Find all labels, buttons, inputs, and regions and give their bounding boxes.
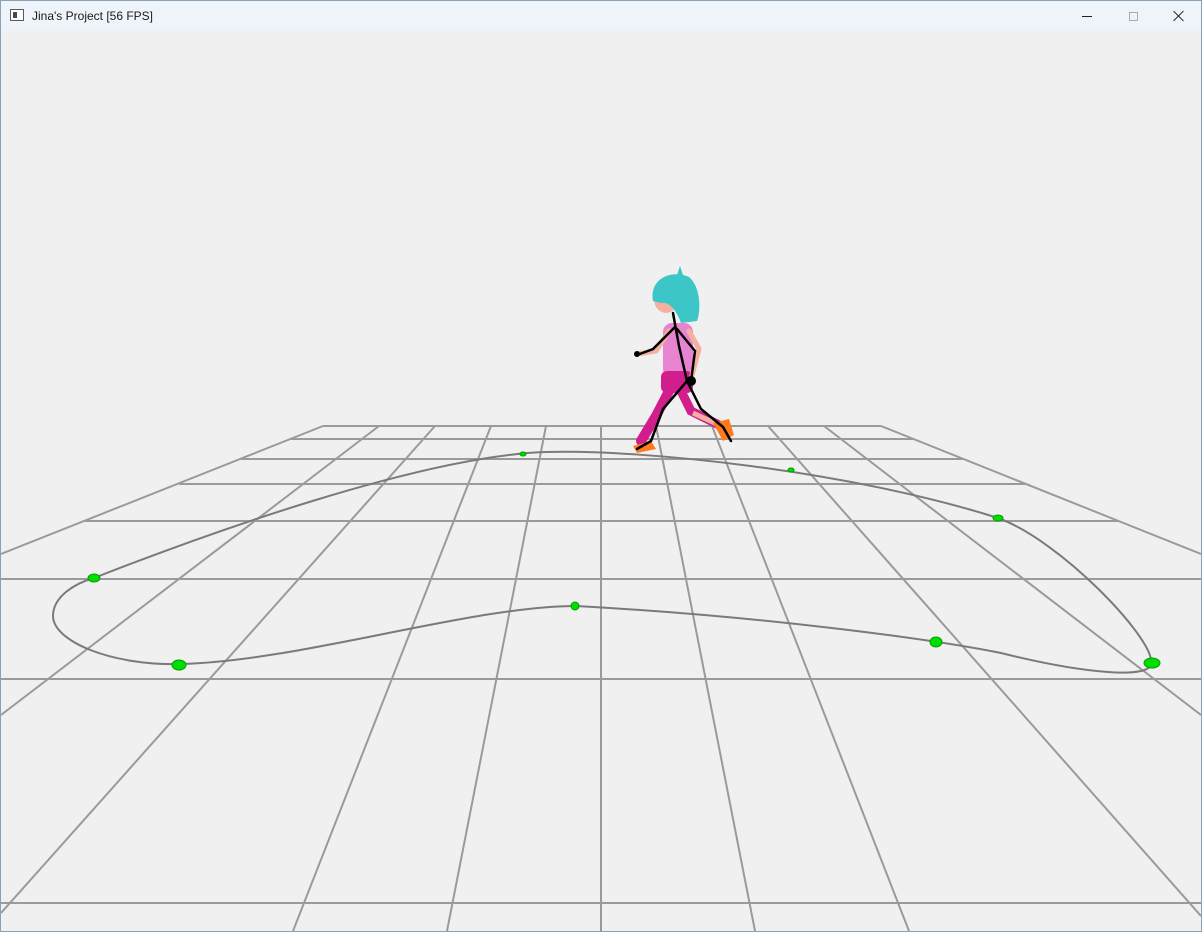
control-point[interactable] <box>570 601 580 611</box>
app-window-icon <box>10 9 24 21</box>
control-point[interactable] <box>87 573 101 583</box>
window-title: Jina's Project [56 FPS] <box>32 9 154 23</box>
3d-viewport[interactable] <box>1 31 1201 931</box>
control-point[interactable] <box>992 514 1004 522</box>
app-window: Jina's Project [56 FPS] <box>0 0 1202 932</box>
character-hair <box>652 274 700 323</box>
running-character <box>633 266 734 453</box>
ground-grid <box>1 425 1201 931</box>
minimize-button[interactable] <box>1064 1 1110 31</box>
close-button[interactable] <box>1156 1 1202 31</box>
scene-canvas[interactable] <box>1 31 1201 931</box>
maximize-icon <box>1128 11 1138 21</box>
control-point[interactable] <box>1143 657 1161 669</box>
close-icon <box>1173 10 1185 22</box>
title-bar[interactable]: Jina's Project [56 FPS] <box>1 1 1201 31</box>
control-point[interactable] <box>171 659 187 671</box>
maximize-button[interactable] <box>1110 1 1156 31</box>
control-point[interactable] <box>787 467 795 473</box>
minimize-icon <box>1082 15 1092 17</box>
control-point[interactable] <box>929 636 943 648</box>
character-hair-tip <box>677 266 683 275</box>
control-point[interactable] <box>519 451 527 457</box>
character-hand <box>686 376 696 386</box>
character-hand <box>634 351 640 357</box>
